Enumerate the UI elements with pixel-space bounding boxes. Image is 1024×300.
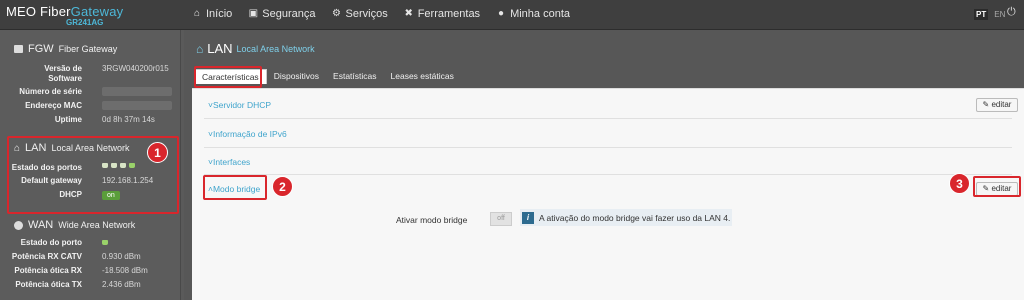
row-key: Estado do porto xyxy=(20,238,82,247)
page-title-sub: Local Area Network xyxy=(236,43,315,54)
gears-icon: ⚙ xyxy=(332,8,341,19)
nav-label: Início xyxy=(206,8,233,20)
wan-row-port: Estado do porto xyxy=(0,238,181,251)
section-label: Informação de IPv6 xyxy=(212,129,287,139)
wan-row-catv: Potência RX CATV 0.930 dBm xyxy=(0,252,181,265)
row-key: Potência ótica RX xyxy=(14,266,82,275)
sidebar: FGW Fiber Gateway Versão de 3RGW040200r01… xyxy=(0,30,181,300)
info-message: i A ativação do modo bridge vai fazer us… xyxy=(520,209,732,226)
user-icon: ● xyxy=(498,8,505,19)
gateway-icon xyxy=(14,45,23,53)
fgw-title: FGW xyxy=(28,43,54,55)
fgw-row-serial: Número de série xyxy=(0,87,181,100)
logo-meo: MEO xyxy=(6,4,37,19)
nav-minha-conta[interactable]: ● Minha conta xyxy=(496,8,570,20)
meo-logo[interactable]: MEO FiberGateway GR241AG xyxy=(6,4,126,28)
section-label: Interfaces xyxy=(212,157,251,167)
device-model: GR241AG xyxy=(66,18,104,27)
home-icon: ⌂ xyxy=(193,8,201,19)
top-bar: MEO FiberGateway GR241AG ⌂ Início ▣ Segura… xyxy=(0,0,1024,30)
lock-icon: ▣ xyxy=(248,8,259,19)
edit-label: editar xyxy=(991,100,1012,109)
row-value: 0d 8h 37m 14s xyxy=(102,115,155,124)
nav-seguranca[interactable]: ▣ Segurança xyxy=(248,8,316,20)
tools-icon: ✖ xyxy=(404,8,413,19)
language-switcher: PT EN xyxy=(974,9,1007,20)
bridge-mode-toggle[interactable]: off xyxy=(490,212,512,226)
page-title-main: LAN xyxy=(207,41,233,56)
row-key: Endereço MAC xyxy=(25,101,82,110)
nav-label: Ferramentas xyxy=(417,8,481,20)
divider xyxy=(204,147,1012,148)
wan-row-tx: Potência ótica TX 2.436 dBm xyxy=(0,280,181,293)
fgw-subtitle: Fiber Gateway xyxy=(58,44,118,54)
row-value: 2.436 dBm xyxy=(102,280,141,289)
row-key: Versão de xyxy=(44,64,82,73)
lang-en[interactable]: EN xyxy=(992,9,1007,20)
annotation-badge-2: 2 xyxy=(272,176,293,197)
row-value: 0.930 dBm xyxy=(102,252,141,261)
port-icon xyxy=(102,240,108,245)
fgw-row-uptime: Uptime 0d 8h 37m 14s xyxy=(0,115,181,128)
wan-row-rx: Potência ótica RX -18.508 dBm xyxy=(0,266,181,279)
highlight-box-edit xyxy=(973,176,1021,197)
highlight-box-tab xyxy=(194,66,262,88)
row-key: Número de série xyxy=(19,87,82,96)
nav-label: Minha conta xyxy=(510,8,570,20)
port-status-icons xyxy=(102,238,108,247)
bridge-mode-label: Ativar modo bridge xyxy=(396,215,468,225)
main-nav: ⌂ Início ▣ Segurança ⚙ Serviços ✖ Ferramenta… xyxy=(192,8,570,20)
logo-fiber: Fiber xyxy=(36,4,71,19)
nav-label: Segurança xyxy=(262,8,316,20)
lang-pt[interactable]: PT xyxy=(974,9,989,20)
main-content: ⌂ LAN Local Area Network Características… xyxy=(184,30,1024,300)
annotation-badge-1: 1 xyxy=(147,142,168,163)
power-icon[interactable]: ⏻ xyxy=(1007,6,1016,19)
tab-leases-estaticas[interactable]: Leases estáticas xyxy=(384,69,461,84)
tab-estatisticas[interactable]: Estatísticas xyxy=(326,69,383,84)
logo-wordmark: MEO FiberGateway xyxy=(6,4,123,19)
tab-dispositivos[interactable]: Dispositivos xyxy=(267,69,326,84)
fgw-row-mac: Endereço MAC xyxy=(0,101,181,114)
row-key: Potência ótica TX xyxy=(15,280,82,289)
page-title: ⌂ LAN Local Area Network xyxy=(196,41,315,56)
wan-section-title[interactable]: WAN Wide Area Network xyxy=(14,219,135,231)
fgw-section-title: FGW Fiber Gateway xyxy=(14,43,117,55)
divider xyxy=(204,118,1012,119)
redacted-value xyxy=(102,87,172,97)
row-key: Potência RX CATV xyxy=(11,252,82,261)
section-interfaces[interactable]: ˅Interfaces xyxy=(208,157,250,167)
section-label: Servidor DHCP xyxy=(212,100,272,110)
fgw-row-software: Software xyxy=(0,74,181,87)
wan-subtitle: Wide Area Network xyxy=(58,220,136,230)
globe-icon xyxy=(14,220,23,230)
section-ipv6[interactable]: ˅Informação de IPv6 xyxy=(208,129,287,139)
info-icon: i xyxy=(522,211,534,224)
logo-gateway: Gateway xyxy=(70,4,124,19)
annotation-badge-3: 3 xyxy=(949,173,970,194)
info-text: A ativação do modo bridge vai fazer uso … xyxy=(539,212,731,223)
content-panel: ˅Servidor DHCP ✎ editar ˅Informação de I… xyxy=(192,88,1024,300)
section-servidor-dhcp[interactable]: ˅Servidor DHCP xyxy=(208,100,271,110)
edit-dhcp-button[interactable]: ✎ editar xyxy=(976,98,1018,112)
nav-label: Serviços xyxy=(345,8,388,20)
divider xyxy=(204,174,1012,175)
row-value: 3RGW040200r015 xyxy=(102,64,169,73)
nav-inicio[interactable]: ⌂ Início xyxy=(192,8,232,20)
highlight-box-bridge xyxy=(203,175,267,200)
nav-ferramentas[interactable]: ✖ Ferramentas xyxy=(404,8,481,20)
row-key: Uptime xyxy=(54,115,82,124)
redacted-value xyxy=(102,101,172,111)
wan-title: WAN xyxy=(28,219,54,231)
lan-icon: ⌂ xyxy=(196,41,204,56)
row-key: Software xyxy=(48,74,82,83)
nav-servicos[interactable]: ⚙ Serviços xyxy=(332,8,388,20)
row-value: -18.508 dBm xyxy=(102,266,148,275)
pencil-icon: ✎ xyxy=(982,100,990,109)
